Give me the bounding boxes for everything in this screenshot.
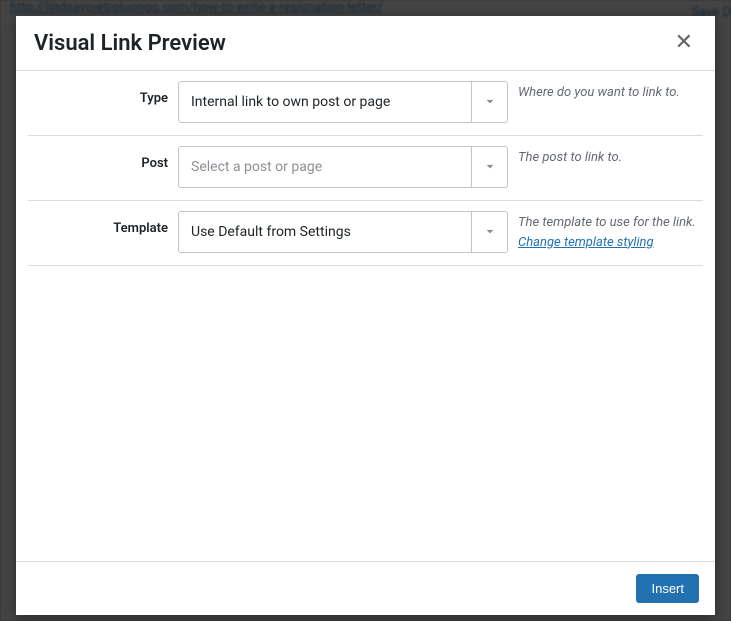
template-desc-text: The template to use for the link.: [518, 215, 696, 230]
close-icon: ✕: [675, 30, 693, 55]
modal-footer: Insert: [16, 561, 715, 615]
insert-button[interactable]: Insert: [636, 574, 699, 603]
template-label: Template: [28, 211, 168, 236]
chevron-down-icon: [471, 82, 507, 122]
modal-header: Visual Link Preview ✕: [16, 16, 715, 71]
type-select[interactable]: Internal link to own post or page: [178, 81, 508, 123]
change-template-styling-link[interactable]: Change template styling: [518, 235, 654, 250]
chevron-down-icon: [471, 147, 507, 187]
type-select-value: Internal link to own post or page: [179, 94, 471, 110]
template-description: The template to use for the link. Change…: [518, 211, 703, 252]
post-label: Post: [28, 146, 168, 171]
field-row-template: Template Use Default from Settings The t…: [28, 201, 703, 266]
chevron-down-icon: [471, 212, 507, 252]
visual-link-preview-modal: Visual Link Preview ✕ Type Internal link…: [16, 16, 715, 615]
modal-body: Type Internal link to own post or page W…: [16, 71, 715, 561]
type-description: Where do you want to link to.: [518, 81, 703, 103]
template-select[interactable]: Use Default from Settings: [178, 211, 508, 253]
post-select-placeholder: Select a post or page: [179, 159, 471, 175]
type-label: Type: [28, 81, 168, 106]
post-description: The post to link to.: [518, 146, 703, 168]
template-select-value: Use Default from Settings: [179, 224, 471, 240]
close-button[interactable]: ✕: [671, 28, 697, 58]
field-row-type: Type Internal link to own post or page W…: [28, 71, 703, 136]
field-row-post: Post Select a post or page The post to l…: [28, 136, 703, 201]
modal-title: Visual Link Preview: [34, 31, 226, 56]
post-select[interactable]: Select a post or page: [178, 146, 508, 188]
